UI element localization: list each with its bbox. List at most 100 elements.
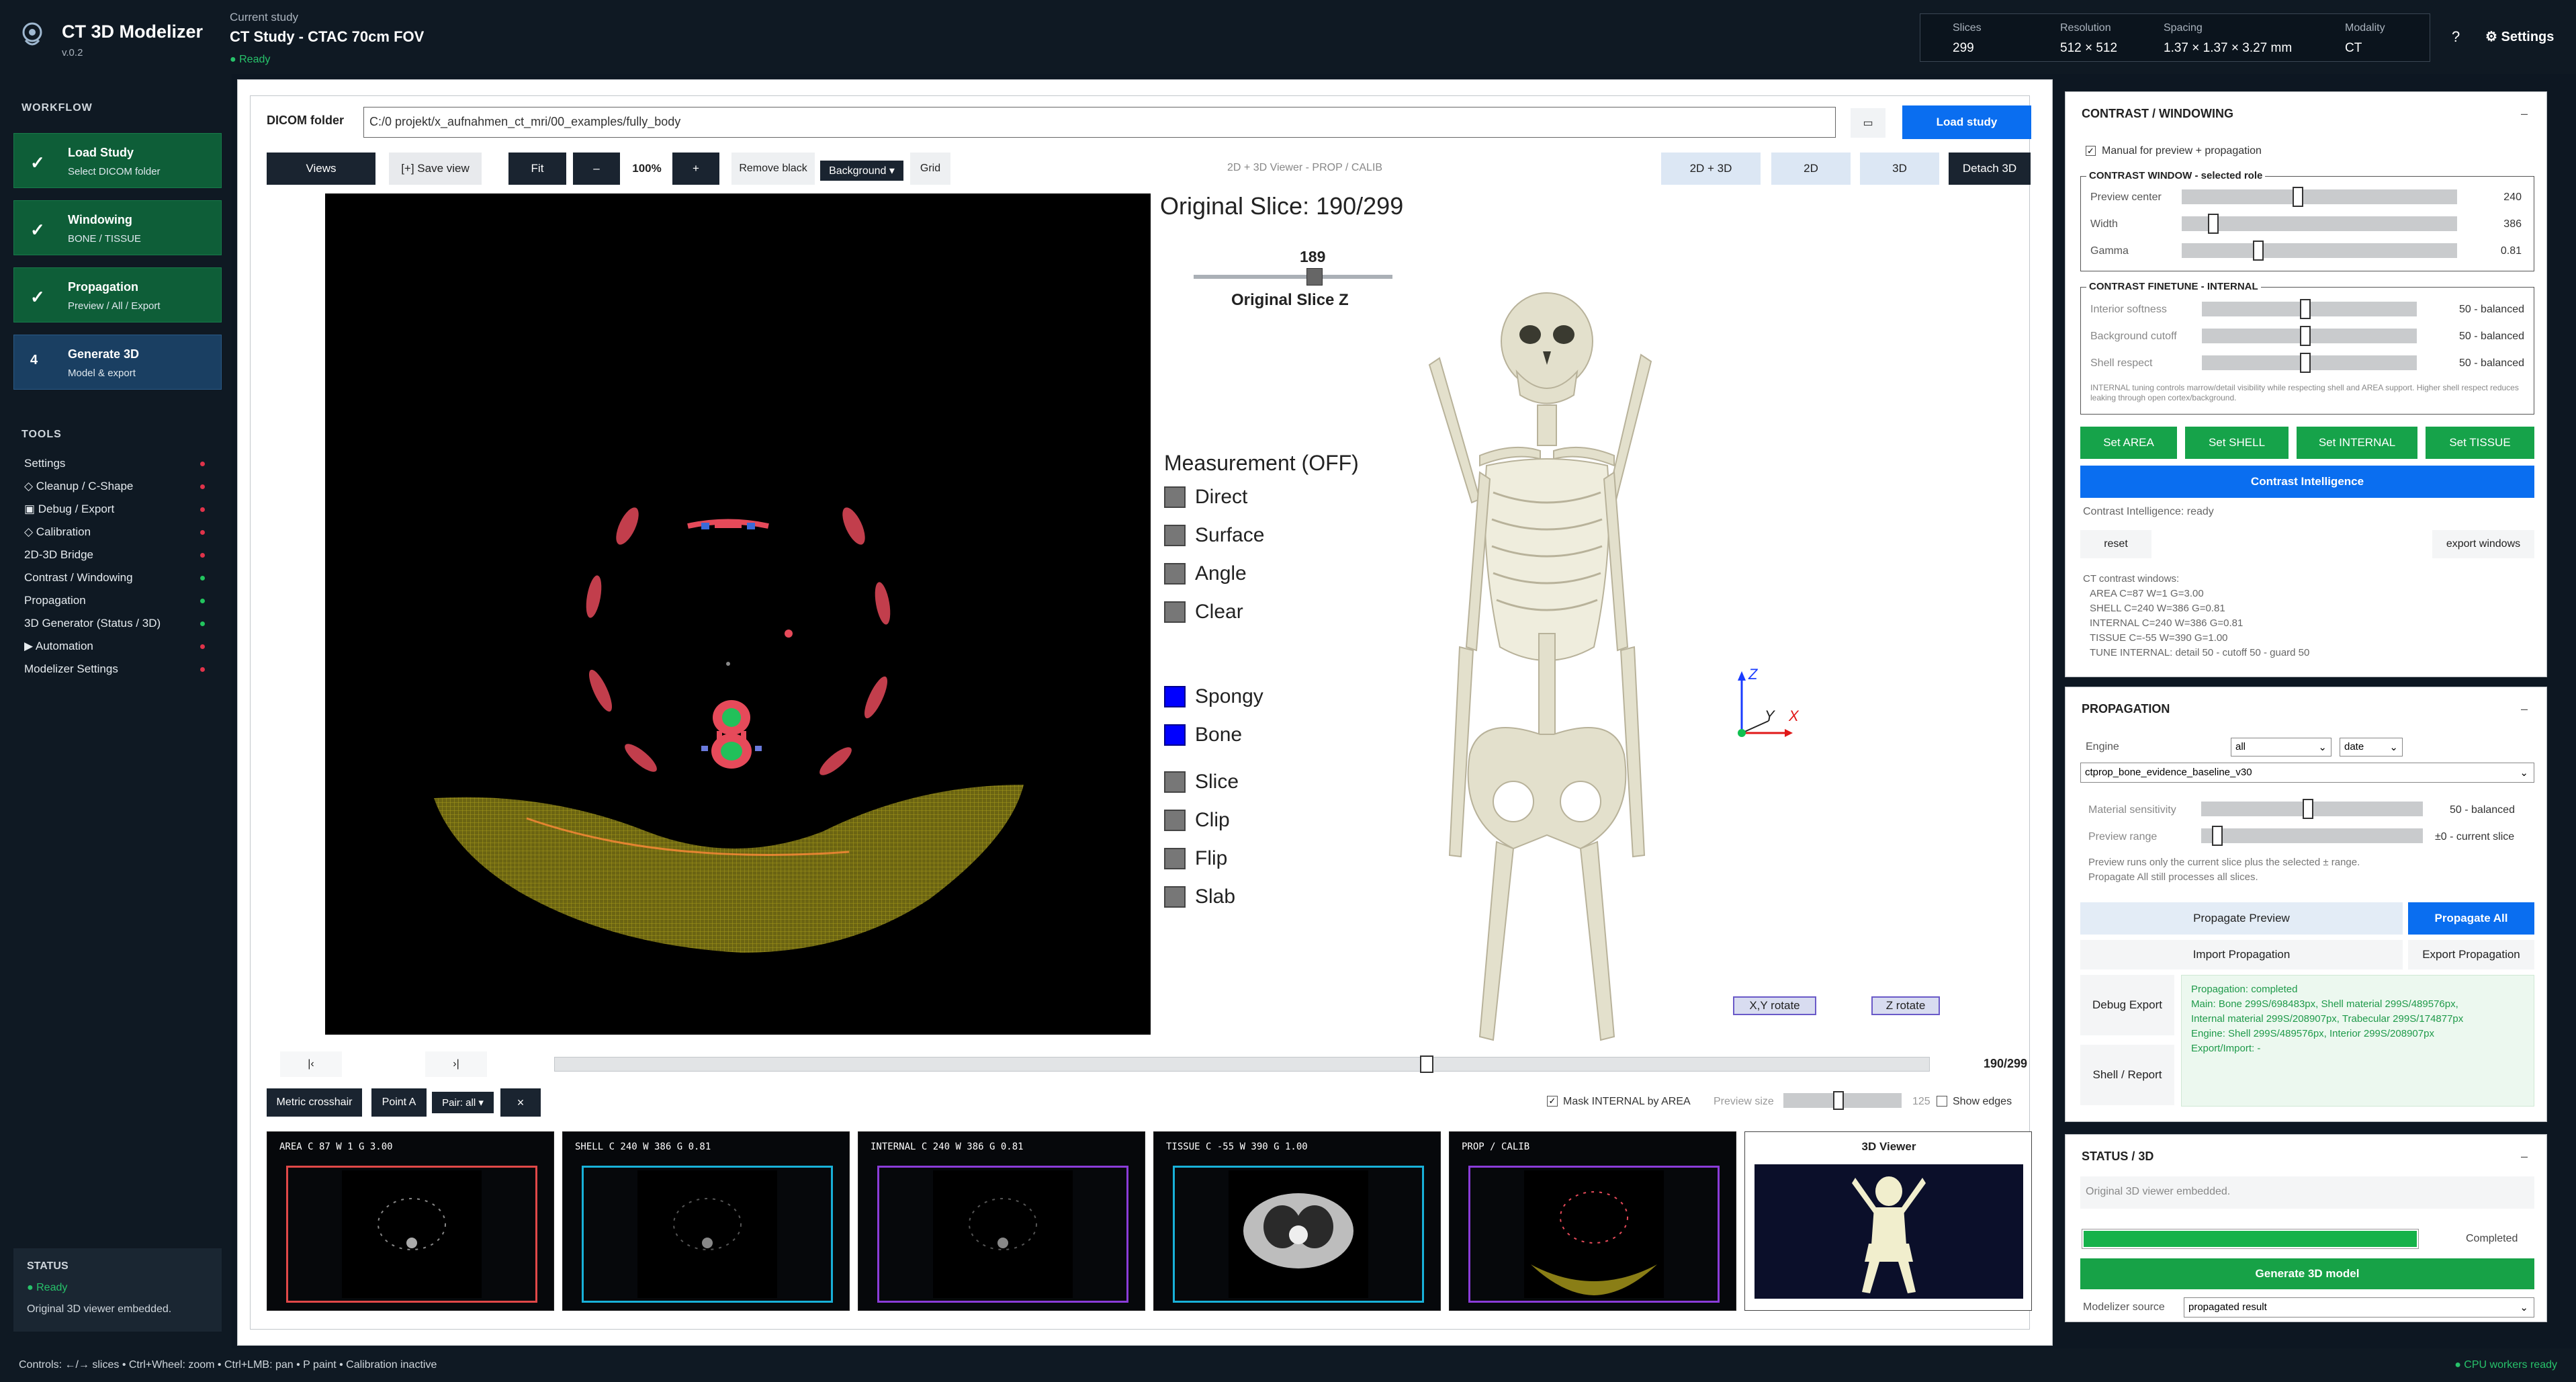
measure-angle[interactable]: Angle — [1164, 562, 1247, 585]
contrast-row-handle[interactable] — [2253, 241, 2264, 261]
sensitivity-handle[interactable] — [2302, 799, 2313, 819]
range-handle[interactable] — [2211, 826, 2223, 846]
slice-z-slider[interactable] — [1194, 268, 1392, 286]
set-internal-button[interactable]: Set INTERNAL — [2297, 427, 2417, 459]
zoom-in-button[interactable]: + — [672, 153, 719, 185]
finetune-row-handle[interactable] — [2299, 299, 2311, 319]
measure-surface[interactable]: Surface — [1164, 524, 1264, 547]
thumbnail-tissue[interactable]: TISSUE C -55 W 390 G 1.00 — [1153, 1131, 1441, 1311]
detach-3d-button[interactable]: Detach 3D — [1949, 153, 2031, 185]
tool-item[interactable]: 3D Generator (Status / 3D) — [24, 617, 205, 630]
view-flip[interactable]: Flip — [1164, 847, 1227, 870]
tool-item[interactable]: Propagation — [24, 594, 205, 607]
metric-crosshair-button[interactable]: Metric crosshair — [267, 1088, 362, 1117]
workflow-step-generate-3d[interactable]: 4 Generate 3D Model & export — [13, 335, 222, 390]
views-button[interactable]: Views — [267, 153, 375, 185]
tool-item[interactable]: Modelizer Settings — [24, 662, 205, 676]
export-windows-button[interactable]: export windows — [2432, 530, 2534, 558]
contrast-row-handle[interactable] — [2208, 214, 2219, 234]
tool-item[interactable]: ◇ Cleanup / C-Shape — [24, 480, 205, 493]
set-area-button[interactable]: Set AREA — [2080, 427, 2177, 459]
preset-select[interactable]: ctprop_bone_evidence_baseline_v30 ⌄ — [2080, 763, 2534, 783]
tissue-spongy[interactable]: Spongy — [1164, 685, 1263, 708]
contrast-row-slider[interactable] — [2182, 214, 2457, 234]
finetune-row-slider[interactable] — [2202, 353, 2417, 373]
tool-item[interactable]: Contrast / Windowing — [24, 571, 205, 585]
finetune-row-slider[interactable] — [2202, 326, 2417, 346]
measure-clear[interactable]: Clear — [1164, 601, 1243, 623]
collapse-icon[interactable]: – — [2521, 1150, 2528, 1164]
contrast-row-slider[interactable] — [2182, 241, 2457, 261]
reset-button[interactable]: reset — [2080, 530, 2151, 558]
contrast-intelligence-button[interactable]: Contrast Intelligence — [2080, 466, 2534, 498]
export-propagation-button[interactable]: Export Propagation — [2408, 940, 2534, 969]
sort-select[interactable]: date ⌄ — [2340, 738, 2403, 757]
sensitivity-slider[interactable] — [2201, 799, 2423, 819]
pair-dropdown[interactable]: Pair: all ▾ — [432, 1092, 494, 1113]
view-3d-tab[interactable]: 3D — [1860, 153, 1939, 185]
finetune-row-handle[interactable] — [2299, 326, 2311, 346]
workflow-step-windowing[interactable]: ✓ Windowing BONE / TISSUE — [13, 200, 222, 255]
contrast-row-handle[interactable] — [2293, 187, 2304, 207]
mask-internal-checkbox[interactable]: ✓ — [1547, 1096, 1558, 1107]
view-slab[interactable]: Slab — [1164, 886, 1235, 908]
set-tissue-button[interactable]: Set TISSUE — [2426, 427, 2534, 459]
zoom-out-button[interactable]: – — [573, 153, 620, 185]
settings-button[interactable]: ⚙ Settings — [2485, 28, 2554, 45]
thumbnail-area[interactable]: AREA C 87 W 1 G 3.00 — [267, 1131, 554, 1311]
fit-button[interactable]: Fit — [508, 153, 566, 185]
skeleton-3d-render[interactable] — [1379, 271, 1728, 1064]
first-slice-button[interactable]: |‹ — [280, 1051, 342, 1077]
ct-slice-canvas[interactable] — [325, 193, 1151, 1035]
workflow-step-propagation[interactable]: ✓ Propagation Preview / All / Export — [13, 267, 222, 322]
engine-select[interactable]: all ⌄ — [2231, 738, 2331, 757]
folder-browse-icon[interactable]: ▭ — [1851, 108, 1885, 138]
clear-pair-button[interactable]: × — [500, 1088, 541, 1117]
view-clip[interactable]: Clip — [1164, 809, 1230, 832]
set-shell-button[interactable]: Set SHELL — [2185, 427, 2289, 459]
remove-black-button[interactable]: Remove black — [731, 153, 815, 185]
collapse-icon[interactable]: – — [2521, 702, 2528, 716]
mini-3d-viewer[interactable]: 3D Viewer — [1744, 1131, 2032, 1311]
tool-item[interactable]: ▣ Debug / Export — [24, 503, 205, 516]
finetune-row-slider[interactable] — [2202, 299, 2417, 319]
preview-size-slider[interactable] — [1783, 1091, 1902, 1110]
finetune-row-handle[interactable] — [2299, 353, 2311, 373]
tissue-bone[interactable]: Bone — [1164, 724, 1242, 746]
point-a-button[interactable]: Point A — [371, 1088, 427, 1117]
show-edges-checkbox[interactable] — [1937, 1096, 1947, 1107]
tool-item[interactable]: ▶ Automation — [24, 640, 205, 653]
view-2d-tab[interactable]: 2D — [1771, 153, 1851, 185]
propagate-all-button[interactable]: Propagate All — [2408, 902, 2534, 935]
save-view-button[interactable]: [+] Save view — [389, 153, 482, 185]
view-slice[interactable]: Slice — [1164, 771, 1239, 793]
thumbnail-internal[interactable]: INTERNAL C 240 W 386 G 0.81 — [858, 1131, 1145, 1311]
tool-item[interactable]: Settings — [24, 457, 205, 470]
preview-size-handle[interactable] — [1833, 1091, 1844, 1110]
modelizer-source-select[interactable]: propagated result ⌄ — [2184, 1297, 2534, 1318]
workflow-step-load-study[interactable]: ✓ Load Study Select DICOM folder — [13, 133, 222, 188]
tool-item[interactable]: ◇ Calibration — [24, 525, 205, 539]
propagate-preview-button[interactable]: Propagate Preview — [2080, 902, 2403, 935]
generate-3d-button[interactable]: Generate 3D model — [2080, 1258, 2534, 1289]
slice-z-handle[interactable] — [1306, 268, 1323, 286]
thumbnail-prop-calib[interactable]: PROP / CALIB — [1449, 1131, 1736, 1311]
z-rotate-button[interactable]: Z rotate — [1871, 996, 1940, 1015]
help-button[interactable]: ? — [2452, 28, 2460, 46]
grid-toggle[interactable]: Grid — [910, 153, 950, 185]
last-slice-button[interactable]: ›| — [425, 1051, 487, 1077]
collapse-icon[interactable]: – — [2521, 107, 2528, 121]
import-propagation-button[interactable]: Import Propagation — [2080, 940, 2403, 969]
load-study-button[interactable]: Load study — [1902, 105, 2031, 139]
contrast-row-slider[interactable] — [2182, 187, 2457, 207]
view-2d3d-tab[interactable]: 2D + 3D — [1661, 153, 1761, 185]
xy-rotate-button[interactable]: X,Y rotate — [1733, 996, 1816, 1015]
measure-direct[interactable]: Direct — [1164, 486, 1247, 509]
debug-export-button[interactable]: Debug Export — [2080, 975, 2174, 1035]
slice-slider-handle[interactable] — [1419, 1055, 1433, 1073]
dicom-path-input[interactable]: C:/0 projekt/x_aufnahmen_ct_mri/00_examp… — [363, 107, 1836, 138]
manual-checkbox[interactable]: ✓ — [2086, 146, 2096, 156]
thumbnail-shell[interactable]: SHELL C 240 W 386 G 0.81 — [562, 1131, 850, 1311]
tool-item[interactable]: 2D-3D Bridge — [24, 548, 205, 562]
range-slider[interactable] — [2201, 826, 2423, 846]
